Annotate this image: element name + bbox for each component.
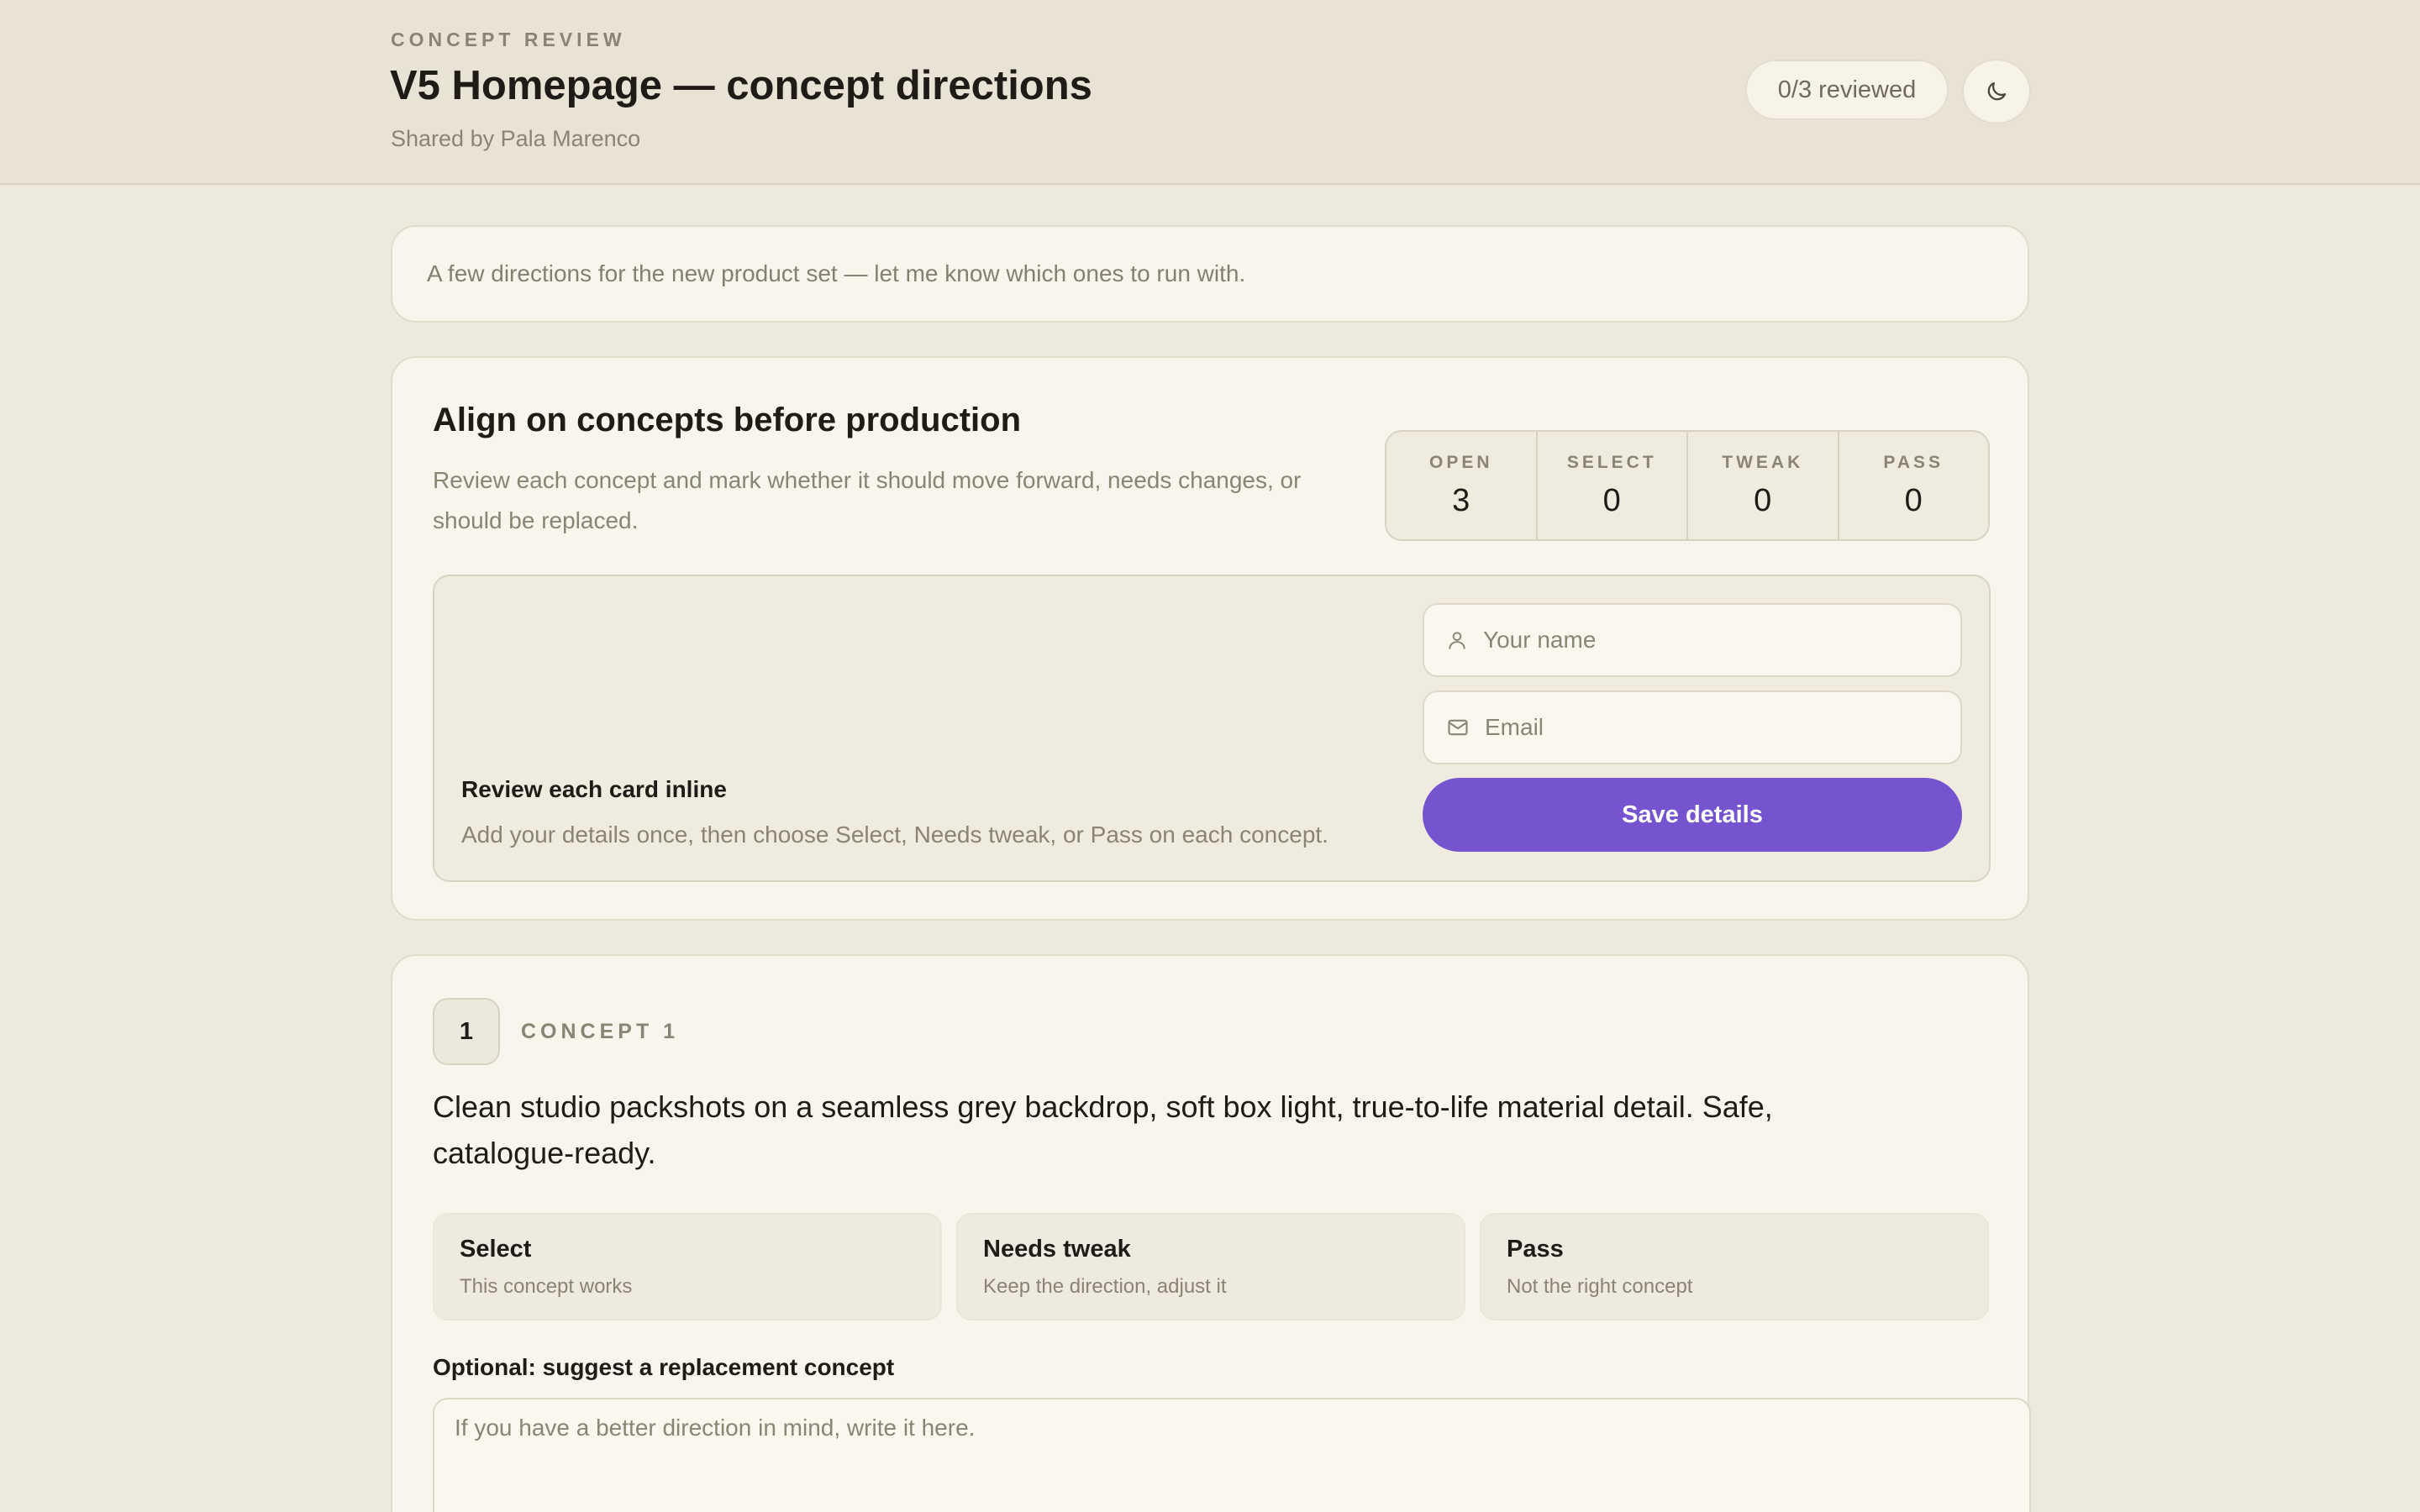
stat-open: OPEN 3 bbox=[1386, 432, 1538, 539]
option-subtitle: This concept works bbox=[460, 1274, 633, 1298]
align-description: Review each concept and mark whether it … bbox=[433, 467, 1302, 533]
name-field[interactable] bbox=[1423, 603, 1962, 677]
mail-icon bbox=[1448, 719, 1468, 736]
email-field[interactable] bbox=[1423, 690, 1962, 764]
align-card: Align on concepts before production Revi… bbox=[391, 356, 2029, 921]
option-title: Needs tweak bbox=[983, 1235, 1131, 1263]
stat-label: PASS bbox=[1883, 452, 1944, 472]
reviewed-status-badge: 0/3 reviewed bbox=[1745, 60, 1949, 120]
option-subtitle: Keep the direction, adjust it bbox=[983, 1274, 1227, 1298]
page-title: V5 Homepage — concept directions bbox=[390, 63, 1092, 108]
user-icon bbox=[1449, 632, 1465, 649]
stat-value: 3 bbox=[1452, 482, 1470, 518]
concept-label: CONCEPT 1 bbox=[521, 1020, 680, 1043]
stat-pass: PASS 0 bbox=[1839, 432, 1989, 539]
concept-description: Clean studio packshots on a seamless gre… bbox=[433, 1089, 1773, 1170]
name-input[interactable] bbox=[1483, 627, 1937, 654]
moon-icon bbox=[1987, 81, 2007, 101]
stat-label: OPEN bbox=[1428, 452, 1493, 472]
stat-tweak: TWEAK 0 bbox=[1688, 432, 1839, 539]
replacement-label: Optional: suggest a replacement concept bbox=[433, 1354, 895, 1380]
intro-note-text: A few directions for the new product set… bbox=[427, 260, 1246, 286]
shared-by-text: Shared by Pala Marenco bbox=[391, 126, 641, 151]
intro-note-card: A few directions for the new product set… bbox=[391, 225, 2029, 323]
save-details-button[interactable]: Save details bbox=[1423, 778, 1962, 852]
details-description: Add your details once, then choose Selec… bbox=[461, 822, 1328, 848]
details-title: Review each card inline bbox=[461, 776, 727, 802]
stat-value: 0 bbox=[1754, 482, 1772, 518]
align-title: Align on concepts before production bbox=[433, 402, 1021, 438]
page-header: CONCEPT REVIEW V5 Homepage — concept dir… bbox=[0, 0, 2420, 185]
stat-value: 0 bbox=[1904, 482, 1923, 518]
reviewer-details-panel: Review each card inline Add your details… bbox=[433, 575, 1991, 882]
email-input[interactable] bbox=[1485, 714, 1939, 741]
replacement-concept-textarea[interactable] bbox=[433, 1398, 2031, 1512]
needs-tweak-option-button[interactable]: Needs tweak Keep the direction, adjust i… bbox=[956, 1213, 1465, 1320]
stat-label: TWEAK bbox=[1722, 452, 1804, 472]
option-subtitle: Not the right concept bbox=[1507, 1274, 1693, 1298]
stat-label: SELECT bbox=[1566, 452, 1657, 472]
concept-number-badge: 1 bbox=[433, 998, 500, 1065]
select-option-button[interactable]: Select This concept works bbox=[433, 1213, 942, 1320]
review-stats: OPEN 3 SELECT 0 TWEAK 0 PASS 0 bbox=[1385, 430, 1990, 541]
concept-card: 1 CONCEPT 1 Clean studio packshots on a … bbox=[391, 954, 2031, 1512]
theme-toggle-button[interactable] bbox=[1962, 59, 2031, 124]
stat-select: SELECT 0 bbox=[1538, 432, 1688, 539]
option-title: Select bbox=[460, 1235, 532, 1263]
pass-option-button[interactable]: Pass Not the right concept bbox=[1480, 1213, 1989, 1320]
stat-value: 0 bbox=[1602, 482, 1621, 518]
eyebrow-label: CONCEPT REVIEW bbox=[391, 29, 626, 50]
option-title: Pass bbox=[1507, 1235, 1564, 1263]
